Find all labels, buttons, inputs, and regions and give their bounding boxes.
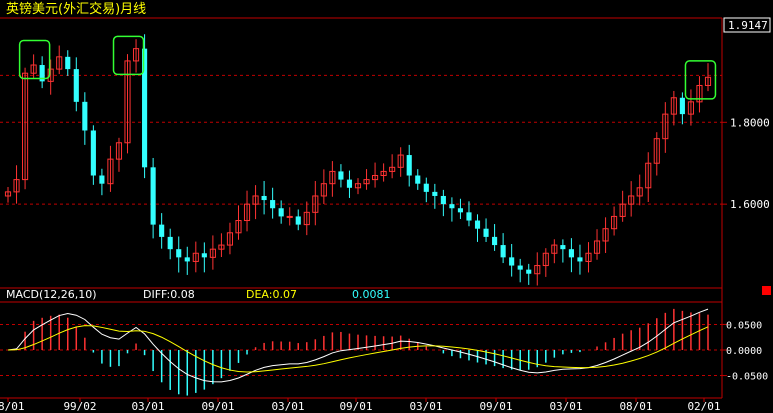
price-tick-label: 1.8000 [730, 116, 770, 129]
x-tick-label: 09/01 [339, 400, 372, 413]
candle-body [500, 245, 506, 258]
candlestick-series [4, 34, 712, 286]
dea-label: DEA:0.07 [246, 288, 297, 301]
candle-body [517, 265, 523, 270]
candle-body [679, 97, 685, 115]
candle-body [423, 183, 429, 192]
candle-body [270, 200, 276, 209]
candle-body [176, 249, 182, 258]
candle-body [159, 224, 165, 237]
x-tick-label: 03/01 [131, 400, 164, 413]
candle-body [483, 228, 489, 237]
candle-body [509, 257, 515, 266]
x-tick-label: 09/01 [201, 400, 234, 413]
candle-body [346, 179, 353, 188]
candle-body [201, 253, 207, 258]
candle-body [65, 56, 71, 70]
forex-monthly-chart: 1.8000 1.6000 0.0500 0.0000 -0.0500 98/01 99/0… [0, 1, 771, 413]
candle-body [261, 195, 267, 201]
price-readout: 1.9147 [728, 19, 768, 32]
candle-body [82, 101, 88, 131]
candle-body [492, 236, 498, 246]
macd-tick-label: 0.0500 [726, 320, 762, 331]
x-tick-label: 09/01 [479, 400, 512, 413]
candle-body [90, 130, 96, 176]
candle-body [466, 212, 472, 221]
x-tick-label: 08/01 [619, 400, 652, 413]
x-tick-label: 03/01 [549, 400, 582, 413]
x-tick-label: 03/01 [271, 400, 304, 413]
candle-body [338, 171, 344, 180]
indicator-marker[interactable] [762, 286, 771, 295]
candle-body [150, 167, 156, 225]
price-tick-label: 1.6000 [730, 198, 770, 211]
candle-body [440, 195, 446, 205]
candle-body [415, 175, 421, 184]
macd-value: 0.0081 [352, 288, 391, 301]
x-tick-label: 02/01 [687, 400, 720, 413]
candle-body [73, 69, 79, 102]
macd-indicator-label: MACD(12,26,10) [6, 288, 97, 301]
macd-tick-label: -0.0500 [726, 372, 768, 383]
x-tick-label: 99/02 [63, 400, 96, 413]
candle-body [167, 236, 173, 250]
candle-body [278, 208, 284, 217]
candle-body [295, 216, 301, 225]
candle-body [286, 215, 293, 218]
x-tick-label: 98/01 [0, 400, 25, 413]
gridlines [0, 74, 727, 402]
candle-body [406, 155, 412, 176]
macd-tick-label: 0.0000 [726, 346, 762, 357]
candle-body [577, 257, 583, 262]
macd-histogram [15, 308, 709, 396]
candle-body [99, 175, 105, 184]
candle-body [184, 257, 190, 262]
candle-body [457, 208, 463, 213]
candle-body [526, 269, 532, 274]
diff-label: DIFF:0.08 [143, 288, 195, 301]
candle-body [560, 245, 566, 250]
chart-title: 英镑美元(外汇交易)月线 [6, 1, 146, 17]
candle-body [474, 220, 481, 229]
highlight-boxes [18, 35, 717, 100]
x-tick-label: 03/01 [409, 400, 442, 413]
candle-body [432, 191, 438, 196]
candle-body [568, 249, 574, 258]
candle-body [449, 204, 455, 209]
